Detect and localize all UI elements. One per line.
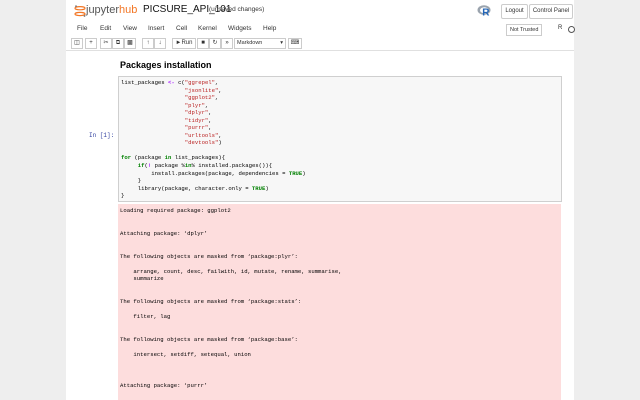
output-line: summarize [120,275,164,283]
code-line: "urltools", [184,131,222,139]
svg-text:R: R [482,8,490,18]
r-kernel-logo-icon: R [477,5,491,18]
restart-button[interactable]: ↻ [209,38,221,49]
header-bar: jupyterhub PICSURE_API_101 (unsaved chan… [66,0,574,23]
output-line: ​ [120,260,342,268]
copy-button[interactable]: ⧉ [112,38,124,49]
toolbar: ◫ + ✂ ⧉ ▩ ↑ ↓ ►Run ■ ↻ » Markdown ▾ ⌨ [66,37,574,50]
paste-icon: ▩ [127,40,133,46]
menu-help[interactable]: Help [263,25,276,32]
jupyterhub-logo[interactable]: jupyterhub [86,4,137,16]
menu-widgets[interactable]: Widgets [228,25,251,32]
cut-button[interactable]: ✂ [100,38,112,49]
output-line: The following objects are masked from ‘p… [120,252,298,260]
code-line: list_packages <- c("ggrepel", [121,79,219,86]
menu-view[interactable]: View [123,25,137,32]
move-up-icon: ↑ [146,40,150,46]
move-down-icon: ↓ [158,40,162,46]
markdown-cell-heading[interactable]: Packages installation [120,60,212,70]
code-line: "devtools") [184,139,222,147]
code-cell-editor[interactable]: list_packages <- c("ggrepel", "jsonlite"… [118,76,562,202]
output-line: Attaching package: ‘purrr’ [120,381,208,389]
logo-jupyter-text: jupyter [86,4,120,16]
cell-type-value: Markdown [237,40,263,46]
copy-icon: ⧉ [115,40,121,46]
output-line: filter, lag [120,313,171,321]
code-line: "jsonlite", [184,86,222,94]
chevron-down-icon: ▾ [280,40,283,46]
output-line: The following objects are masked from ‘p… [120,336,298,344]
command-palette-button[interactable]: ⌨ [288,38,302,49]
output-line: Loading required package: ggplot2 [120,207,231,214]
output-line: ​ [120,237,342,245]
output-line: ​ [120,306,342,314]
restart-run-button[interactable]: » [221,38,233,49]
output-line: intersect, setdiff, setequal, union [120,351,251,359]
notebook-container: Packages installation In [1]: list_packa… [66,51,574,400]
code-line: } [121,192,125,200]
menu-insert[interactable]: Insert [148,25,164,32]
run-label: Run [181,40,193,46]
output-line: ​ [120,329,342,337]
output-line: ​ [120,359,342,367]
output-line: arrange, count, desc, failwith, id, muta… [120,267,342,275]
output-line: ​ [120,374,342,382]
save-button[interactable]: ◫ [71,38,83,49]
stop-icon: ■ [201,40,205,46]
menu-file[interactable]: File [77,25,87,32]
output-line: ​ [120,283,342,291]
menu-cell[interactable]: Cell [176,25,187,32]
kernel-name: R [558,25,563,31]
restart-icon: ↻ [212,40,218,46]
logout-button[interactable]: Logout [501,4,528,19]
output-line: ​ [120,321,342,329]
menu-kernel[interactable]: Kernel [198,25,217,32]
code-line: ​ [121,147,306,155]
command-palette-icon: ⌨ [290,40,300,46]
move-up-button[interactable]: ↑ [142,38,154,49]
output-lines: Loading required package: ggplot2​​Attac… [120,207,342,389]
notebook-window: jupyterhub PICSURE_API_101 (unsaved chan… [66,0,575,400]
save-icon: ◫ [74,40,80,46]
output-line: ​ [120,245,342,253]
output-line: The following objects are masked from ‘p… [120,298,302,306]
cell-output-stderr: Loading required package: ggplot2​​Attac… [118,204,561,400]
paste-button[interactable]: ▩ [124,38,136,49]
code-line: if(! package %in% installed.packages()){ [137,162,273,170]
code-lines: list_packages <- c("ggrepel", "jsonlite"… [121,79,306,200]
restart-run-icon: » [225,40,229,46]
input-prompt: In [1]: [89,132,115,139]
jupyter-logo-icon[interactable] [74,5,86,17]
output-line: ​ [120,344,342,352]
code-line: "purrr", [184,124,212,132]
logo-hub-text: hub [119,4,138,16]
code-line: install.packages(package, dependencies =… [121,169,306,177]
control-panel-button[interactable]: Control Panel [529,4,573,19]
add-cell-button[interactable]: + [85,38,97,49]
code-line: "ggplot2", [184,94,219,102]
output-line: ​ [120,291,342,299]
cut-icon: ✂ [103,40,109,46]
move-down-button[interactable]: ↓ [154,38,166,49]
trusted-indicator[interactable]: Not Trusted [506,24,543,36]
code-line: } [121,177,142,185]
cell-type-select[interactable]: Markdown ▾ [234,38,286,49]
code-line: library(package, character.only = TRUE) [121,184,269,192]
code-line: "plyr", [184,101,209,109]
output-line: ​ [120,222,342,230]
menubar: File Edit View Insert Cell Kernel Widget… [66,22,575,38]
output-line: ​ [120,366,342,374]
stop-button[interactable]: ■ [197,38,209,49]
run-button[interactable]: ►Run [172,38,196,49]
kernel-status-icon [568,26,575,33]
save-status: (unsaved changes) [209,6,265,13]
code-line: "dplyr", [184,109,212,117]
add-icon: + [89,40,93,46]
output-line: ​ [120,215,342,223]
code-line: for (package in list_packages){ [121,154,226,162]
menu-edit[interactable]: Edit [100,25,111,32]
code-line: "tidyr", [184,116,212,124]
output-line: Attaching package: ‘dplyr’ [120,229,208,237]
